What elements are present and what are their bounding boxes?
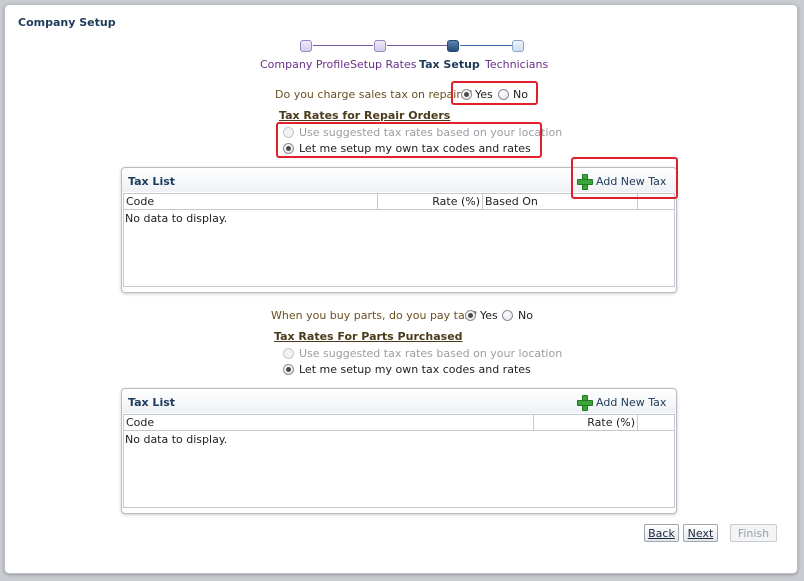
step-tax-setup-node <box>447 40 459 52</box>
step-company-profile-node[interactable] <box>300 40 312 52</box>
add-new-tax-label: Add New Tax <box>596 395 667 409</box>
back-button-label: Back <box>648 526 675 540</box>
parts-no-label[interactable]: No <box>518 309 533 322</box>
column-header-code[interactable]: Code <box>124 194 378 209</box>
highlight-add-new-tax <box>571 157 678 199</box>
plus-icon <box>577 395 593 411</box>
wizard-train: Company Profile Setup Rates Tax Setup Te… <box>0 40 804 80</box>
next-button[interactable]: Next <box>683 524 718 542</box>
parts-suggested-radio <box>283 348 294 359</box>
step-technicians-label[interactable]: Technicians <box>485 58 548 71</box>
highlight-repairs-radio <box>451 81 538 105</box>
parts-add-new-tax-button[interactable]: Add New Tax <box>577 394 667 411</box>
repairs-section-title: Tax Rates for Repair Orders <box>279 109 451 122</box>
column-header-rate[interactable]: Rate (%) <box>534 415 638 430</box>
parts-section-title: Tax Rates For Parts Purchased <box>274 330 463 343</box>
next-button-label: Next <box>687 526 714 540</box>
parts-yes-label[interactable]: Yes <box>480 309 498 322</box>
finish-button: Finish <box>730 524 777 542</box>
parts-own-label[interactable]: Let me setup my own tax codes and rates <box>299 363 531 376</box>
step-technicians-node[interactable] <box>512 40 524 52</box>
empty-message: No data to display. <box>125 433 228 446</box>
step-tax-setup-label: Tax Setup <box>419 58 480 71</box>
step-company-profile-label[interactable]: Company Profile <box>260 58 350 71</box>
panel-title: Tax List <box>128 175 176 188</box>
panel-title: Tax List <box>128 396 176 409</box>
parts-yes-radio[interactable] <box>465 310 476 321</box>
finish-button-label: Finish <box>737 526 770 540</box>
window-title: Company Setup <box>18 16 116 29</box>
repairs-tax-question: Do you charge sales tax on repairs? <box>275 88 473 101</box>
repairs-tax-table: Code Rate (%) Based On No data to displa… <box>123 193 675 287</box>
parts-tax-question: When you buy parts, do you pay tax? <box>271 309 478 322</box>
table-header: Code Rate (%) <box>124 415 674 431</box>
step-setup-rates-label[interactable]: Setup Rates <box>350 58 416 71</box>
highlight-repairs-options <box>276 122 542 158</box>
train-connector <box>313 45 373 46</box>
train-connector <box>387 45 447 46</box>
column-header-rate[interactable]: Rate (%) <box>378 194 483 209</box>
parts-own-radio[interactable] <box>283 364 294 375</box>
parts-suggested-label: Use suggested tax rates based on your lo… <box>299 347 563 360</box>
train-connector <box>460 45 512 46</box>
empty-message: No data to display. <box>125 212 228 225</box>
parts-tax-list-panel: Tax List Add New Tax Code Rate (%) No da… <box>121 388 677 514</box>
back-button[interactable]: Back <box>644 524 679 542</box>
column-header-code[interactable]: Code <box>124 415 534 430</box>
step-setup-rates-node[interactable] <box>374 40 386 52</box>
parts-no-radio[interactable] <box>502 310 513 321</box>
parts-tax-table: Code Rate (%) No data to display. <box>123 414 675 508</box>
